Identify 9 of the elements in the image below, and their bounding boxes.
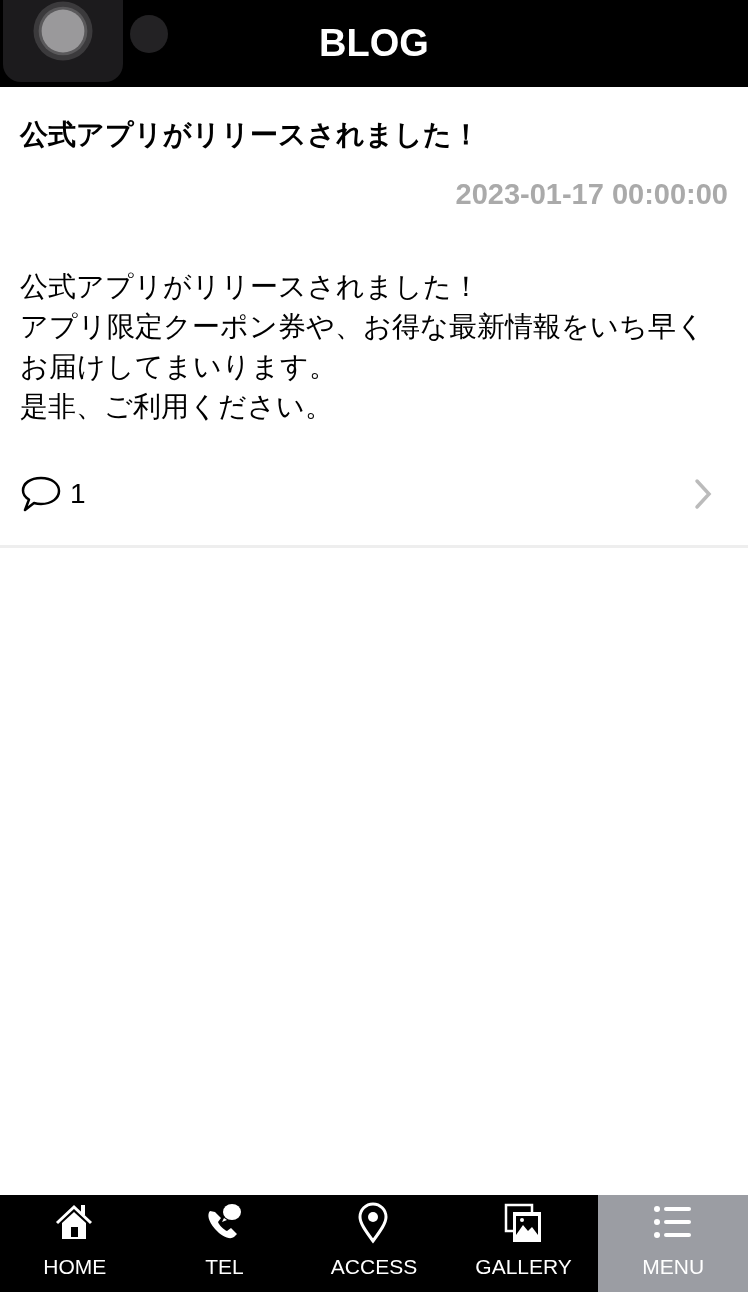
- page-title: BLOG: [319, 21, 429, 66]
- assistive-touch-button[interactable]: [3, 0, 123, 82]
- body-text: 是非、ご利用ください。: [20, 389, 334, 424]
- body-text: アプリ限定クーポン券や、お得な最新情報をいち早くお届けしてまいります。: [20, 309, 706, 384]
- post-date: 2023-01-17 00:00:00: [455, 177, 728, 213]
- comment-icon: [20, 474, 62, 513]
- body-text: 公式アプリがリリースされました！: [20, 269, 481, 304]
- comment-count: 1: [70, 476, 86, 511]
- post-title: 公式アプリがリリースされました！: [20, 118, 481, 152]
